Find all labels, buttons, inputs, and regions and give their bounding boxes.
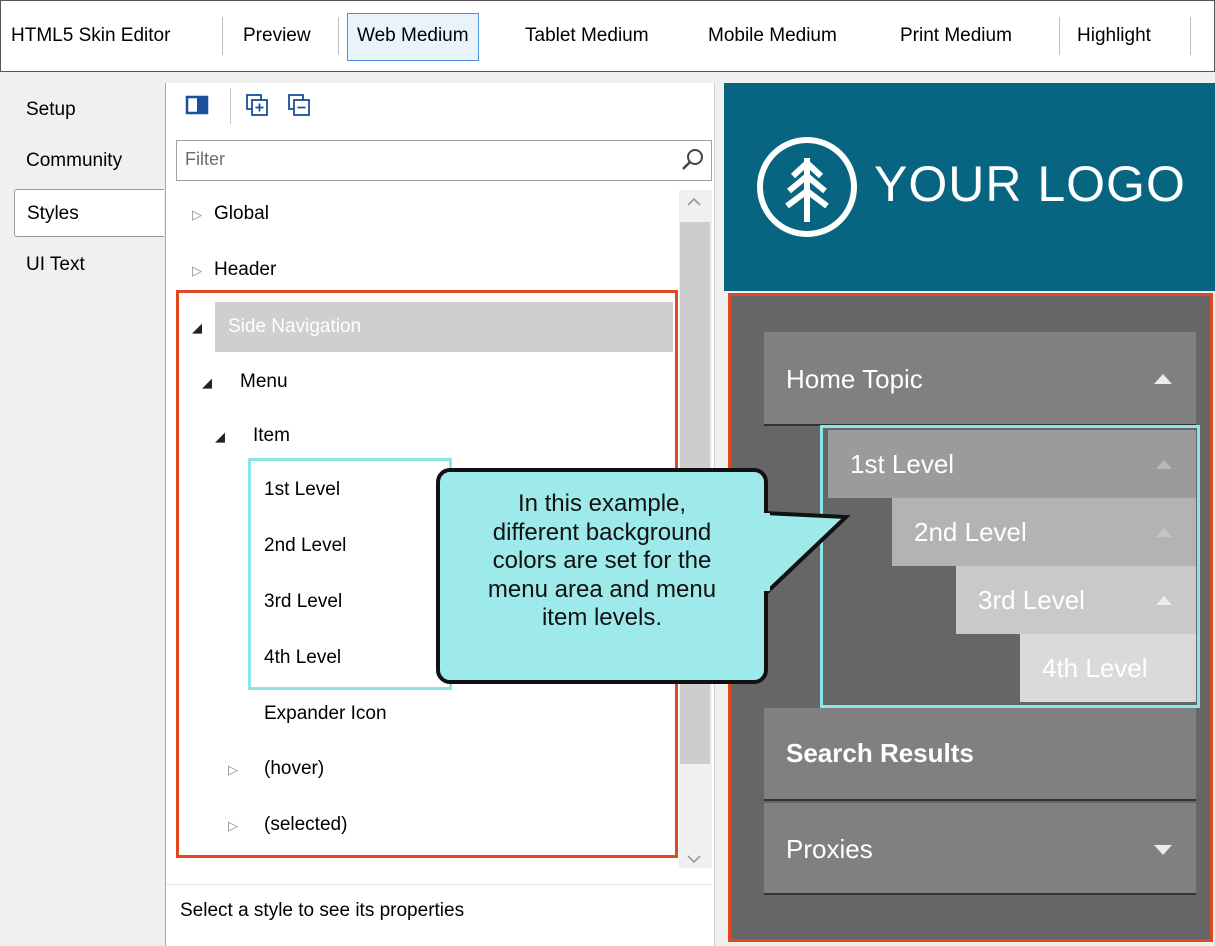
properties-status-text: Select a style to see its properties (180, 900, 465, 921)
expand-all-icon[interactable] (245, 93, 269, 117)
mobile-medium-button[interactable]: Mobile Medium (699, 13, 846, 59)
scroll-down-icon[interactable] (686, 852, 702, 866)
toggle-panel-icon[interactable] (185, 93, 209, 117)
tree-item-global[interactable]: ▷ Global (192, 188, 269, 240)
menu-item-home-topic[interactable]: Home Topic (764, 332, 1196, 426)
tab-ui-text[interactable]: UI Text (14, 241, 164, 289)
callout-text: In this example, different background co… (487, 490, 717, 631)
preview-button[interactable]: Preview (234, 13, 320, 59)
status-divider (166, 884, 712, 885)
toolbar-divider (1190, 17, 1191, 55)
toolbar-divider (338, 17, 339, 55)
collapse-all-icon[interactable] (287, 93, 311, 117)
tab-styles[interactable]: Styles (14, 189, 164, 237)
annotation-callout: In this example, different background co… (436, 468, 768, 684)
tree-logo-icon (757, 137, 857, 237)
toolbar-divider (1059, 17, 1060, 55)
skin-editor-toolbar: HTML5 Skin Editor Preview Web Medium Tab… (0, 0, 1215, 72)
tab-community[interactable]: Community (14, 137, 164, 185)
search-icon[interactable] (681, 148, 705, 172)
callout-pointer-join (760, 513, 770, 591)
tab-setup[interactable]: Setup (14, 86, 164, 134)
expand-arrow-icon[interactable]: ▷ (192, 189, 214, 241)
web-medium-button[interactable]: Web Medium (347, 13, 479, 61)
tree-item-header[interactable]: ▷ Header (192, 244, 276, 296)
toolbar-divider (230, 88, 231, 124)
level-items-highlight-box (248, 458, 452, 690)
level-items-highlight-box (820, 425, 1200, 708)
highlight-button[interactable]: Highlight (1068, 13, 1160, 59)
print-medium-button[interactable]: Print Medium (891, 13, 1021, 59)
preview-side-menu: Home Topic 1st Level 2nd Level 3rd Level… (728, 293, 1213, 942)
filter-input[interactable] (177, 141, 665, 178)
menu-item-proxies[interactable]: Proxies (764, 803, 1196, 895)
preview-header: YOUR LOGO (724, 83, 1215, 291)
filter-field (176, 140, 712, 181)
scroll-up-icon[interactable] (686, 195, 702, 209)
skin-editor-title: HTML5 Skin Editor (11, 25, 171, 46)
tablet-medium-button[interactable]: Tablet Medium (516, 13, 658, 59)
toolbar-divider (222, 17, 223, 55)
chevron-down-icon[interactable] (1154, 845, 1172, 856)
menu-item-search-results[interactable]: Search Results (764, 708, 1196, 801)
expand-up-icon[interactable] (1154, 373, 1172, 384)
logo-text: YOUR LOGO (874, 156, 1186, 212)
